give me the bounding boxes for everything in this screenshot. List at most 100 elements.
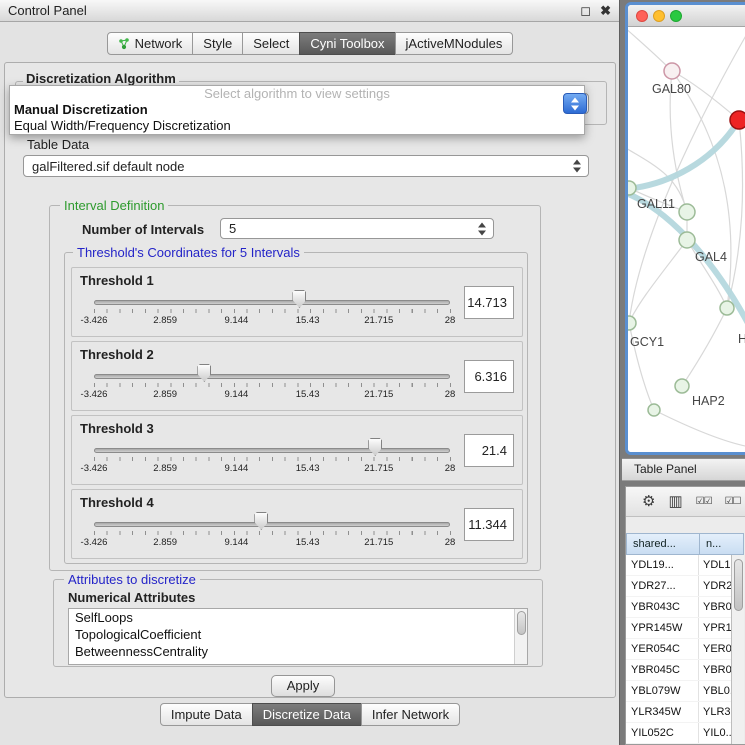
table-data-combobox[interactable]: galFiltered.sif default node [23,155,589,177]
algorithm-combobox-stepper[interactable] [563,93,587,114]
network-view-window: GAL80 GAL11 GAL4 GCY1 HAP2 H [625,2,745,455]
slider-thumb[interactable] [292,290,306,308]
select-some-checkboxes-icon[interactable]: ☑☐ [725,494,741,509]
bottom-tab-bar: Impute Data Discretize Data Infer Networ… [0,703,620,726]
table-panel-window: ⚙ ▥ ☑☑ ☑☐ shared... n... YDL19...YDL1...… [625,486,745,745]
tab-discretize-data[interactable]: Discretize Data [252,703,362,726]
threshold-2-label: Threshold 2 [80,347,154,362]
threshold-3-value-field[interactable]: 21.4 [464,434,514,467]
slider-track[interactable] [94,300,450,305]
tab-jactivemnodules[interactable]: jActiveMNodules [395,32,514,55]
threshold-4-value-field[interactable]: 11.344 [464,508,514,541]
table-header-row: shared... n... [626,533,744,555]
table-row[interactable]: YPR145WYPR1... [626,618,731,639]
network-node[interactable] [720,301,734,315]
table-row[interactable]: YBR045CYBR0... [626,660,731,681]
slider-thumb[interactable] [254,512,268,530]
scale-label: 9.144 [225,537,249,548]
mac-close-icon[interactable] [636,10,648,22]
scrollbar-thumb[interactable] [734,559,743,611]
column-header-shared[interactable]: shared... [626,533,700,555]
network-node-selected-red[interactable] [730,111,745,129]
float-window-icon[interactable]: ◻ [580,3,591,19]
table-row[interactable]: YBR043CYBR0... [626,597,731,618]
network-node-gal80[interactable] [664,63,680,79]
tab-style[interactable]: Style [192,32,243,55]
number-of-intervals-combobox[interactable]: 5 [220,218,494,239]
table-panel-header[interactable]: Table Panel [622,458,745,481]
columns-icon[interactable]: ▥ [668,494,682,509]
algorithm-option-equal-width[interactable]: Equal Width/Frequency Discretization [10,118,584,134]
scale-label: 9.144 [225,315,249,326]
threshold-2-slider[interactable]: -3.426 2.859 9.144 15.43 21.715 28 [94,368,450,404]
scale-label: -3.426 [81,537,108,548]
cell: YDL19... [626,555,698,575]
tab-label: jActiveMNodules [406,36,503,51]
table-row[interactable]: YLR345WYLR3... [626,702,731,723]
algorithm-placeholder-option[interactable]: Select algorithm to view settings [10,86,584,102]
slider-track[interactable] [94,522,450,527]
node-label: GCY1 [630,335,664,349]
network-window-titlebar[interactable] [628,5,745,27]
table-row[interactable]: YER054CYER0... [626,639,731,660]
table-row[interactable]: YBL079WYBL0... [626,681,731,702]
list-item[interactable]: SelfLoops [69,609,527,626]
column-header-name[interactable]: n... [699,533,744,555]
slider-ticks [94,383,451,387]
numerical-attributes-list[interactable]: SelfLoops TopologicalCoefficient Between… [68,608,528,665]
slider-track[interactable] [94,448,450,453]
tab-label: Infer Network [372,707,449,722]
tab-select[interactable]: Select [242,32,300,55]
tab-label: Style [203,36,232,51]
slider-thumb[interactable] [368,438,382,456]
network-nodes[interactable] [628,63,745,416]
threshold-2-value-field[interactable]: 6.316 [464,360,514,393]
tab-network[interactable]: Network [107,32,194,55]
slider-scale: -3.426 2.859 9.144 15.43 21.715 28 [94,389,450,401]
table-body: YDL19...YDL1... YDR27...YDR2... YBR043CY… [626,555,731,744]
network-node[interactable] [648,404,660,416]
tab-label: Network [135,36,183,51]
top-tab-bar: Network Style Select Cyni Toolbox jActiv… [0,32,620,55]
threshold-4-slider[interactable]: -3.426 2.859 9.144 15.43 21.715 28 [94,516,450,552]
threshold-1-slider[interactable]: -3.426 2.859 9.144 15.43 21.715 28 [94,294,450,330]
close-icon[interactable]: ✖ [600,3,611,19]
algorithm-option-manual[interactable]: Manual Discretization [10,102,584,118]
list-scrollbar[interactable] [514,609,527,664]
tab-impute-data[interactable]: Impute Data [160,703,253,726]
network-node-gal4[interactable] [679,232,695,248]
threshold-1-value-field[interactable]: 14.713 [464,286,514,319]
table-row[interactable]: YIL052CYIL0... [626,723,731,744]
gear-icon[interactable]: ⚙ [642,494,655,509]
threshold-1-label: Threshold 1 [80,273,154,288]
network-node-gal11[interactable] [628,181,636,195]
scale-label: -3.426 [81,315,108,326]
select-all-checkboxes-icon[interactable]: ☑☑ [696,494,712,509]
slider-scale: -3.426 2.859 9.144 15.43 21.715 28 [94,463,450,475]
network-canvas[interactable]: GAL80 GAL11 GAL4 GCY1 HAP2 H [628,27,745,452]
network-node-gcy1[interactable] [628,316,636,330]
list-item[interactable]: TopologicalCoefficient [69,626,527,643]
network-node[interactable] [679,204,695,220]
table-row[interactable]: YDL19...YDL1... [626,555,731,576]
list-item[interactable]: BetweennessCentrality [69,643,527,660]
scale-label: 15.43 [296,389,320,400]
table-row[interactable]: YDR27...YDR2... [626,576,731,597]
apply-button[interactable]: Apply [271,675,335,697]
slider-ticks [94,457,451,461]
tab-cyni-toolbox[interactable]: Cyni Toolbox [299,32,395,55]
threshold-3-slider[interactable]: -3.426 2.859 9.144 15.43 21.715 28 [94,442,450,478]
network-node-hap2[interactable] [675,379,689,393]
slider-track[interactable] [94,374,450,379]
scale-label: 28 [445,463,456,474]
control-panel-titlebar[interactable]: Control Panel ◻ ✖ [0,0,619,22]
attributes-group-title: Attributes to discretize [64,572,200,587]
thresholds-group-title: Threshold's Coordinates for 5 Intervals [73,245,304,260]
table-scrollbar[interactable] [731,555,744,744]
mac-zoom-icon[interactable] [670,10,682,22]
scrollbar-thumb[interactable] [517,611,526,635]
tab-infer-network[interactable]: Infer Network [361,703,460,726]
slider-thumb[interactable] [197,364,211,382]
mac-minimize-icon[interactable] [653,10,665,22]
cell: YBR0... [698,597,731,617]
